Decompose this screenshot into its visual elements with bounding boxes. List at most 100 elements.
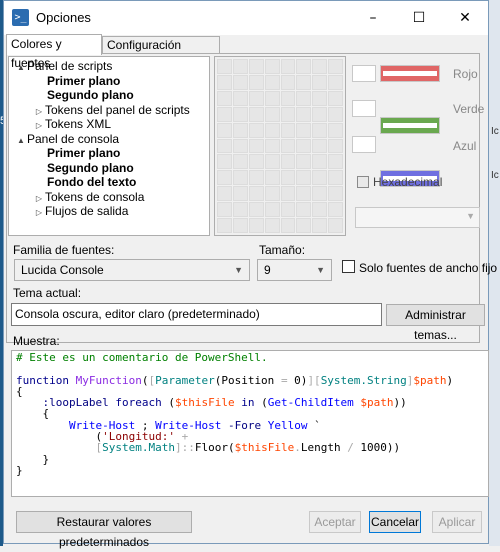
palette-swatch[interactable] xyxy=(328,59,343,74)
palette-swatch[interactable] xyxy=(264,202,280,218)
palette-swatch[interactable] xyxy=(264,59,280,74)
palette-swatch[interactable] xyxy=(280,218,296,233)
palette-swatch[interactable] xyxy=(312,170,328,186)
palette-swatch[interactable] xyxy=(217,154,232,170)
palette-swatch[interactable] xyxy=(280,122,296,138)
tab-general-settings[interactable]: Configuración general xyxy=(102,36,220,69)
palette-swatch[interactable] xyxy=(296,186,312,202)
palette-swatch[interactable] xyxy=(328,154,343,170)
palette-swatch[interactable] xyxy=(248,122,264,138)
tree-item[interactable]: ▷ Tokens XML xyxy=(33,117,111,132)
tree-item[interactable]: Segundo plano xyxy=(47,88,134,103)
red-value-input[interactable] xyxy=(352,65,376,82)
palette-swatch[interactable] xyxy=(296,202,312,218)
palette-swatch[interactable] xyxy=(312,154,328,170)
expand-arrow-icon[interactable]: ▷ xyxy=(33,206,45,220)
palette-swatch[interactable] xyxy=(264,218,280,233)
named-color-select[interactable]: ▼ xyxy=(355,207,480,228)
green-slider-thumb[interactable] xyxy=(383,123,437,128)
palette-swatch[interactable] xyxy=(280,154,296,170)
palette-swatch[interactable] xyxy=(328,122,343,138)
red-slider-thumb[interactable] xyxy=(383,71,437,76)
palette-swatch[interactable] xyxy=(217,59,232,74)
palette-swatch[interactable] xyxy=(280,59,296,74)
palette-swatch[interactable] xyxy=(280,202,296,218)
collapse-arrow-icon[interactable]: ▲ xyxy=(15,134,27,148)
palette-swatch[interactable] xyxy=(296,170,312,186)
close-button[interactable]: ✕ xyxy=(442,1,488,35)
palette-swatch[interactable] xyxy=(248,170,264,186)
palette-swatch[interactable] xyxy=(328,138,343,154)
palette-swatch[interactable] xyxy=(248,202,264,218)
palette-swatch[interactable] xyxy=(248,74,264,90)
tree-item[interactable]: ▷ Tokens del panel de scripts xyxy=(33,103,190,118)
palette-swatch[interactable] xyxy=(232,90,248,106)
palette-swatch[interactable] xyxy=(328,170,343,186)
palette-swatch[interactable] xyxy=(232,218,248,233)
palette-swatch[interactable] xyxy=(232,154,248,170)
maximize-button[interactable]: ☐ xyxy=(396,1,442,35)
palette-swatch[interactable] xyxy=(217,106,232,122)
palette-swatch[interactable] xyxy=(217,170,232,186)
palette-swatch[interactable] xyxy=(296,138,312,154)
palette-swatch[interactable] xyxy=(232,59,248,74)
palette-swatch[interactable] xyxy=(280,106,296,122)
palette-swatch[interactable] xyxy=(296,74,312,90)
palette-swatch[interactable] xyxy=(296,59,312,74)
manage-themes-button[interactable]: Administrar temas... xyxy=(386,304,485,342)
palette-swatch[interactable] xyxy=(217,202,232,218)
cancel-button[interactable]: Cancelar xyxy=(369,511,421,533)
blue-value-input[interactable] xyxy=(352,136,376,153)
palette-swatch[interactable] xyxy=(264,154,280,170)
palette-swatch[interactable] xyxy=(280,74,296,90)
palette-swatch[interactable] xyxy=(296,90,312,106)
palette-swatch[interactable] xyxy=(264,74,280,90)
palette-swatch[interactable] xyxy=(264,170,280,186)
title-bar[interactable]: >_ Opciones – ☐ ✕ xyxy=(4,1,488,35)
palette-swatch[interactable] xyxy=(217,74,232,90)
palette-swatch[interactable] xyxy=(232,186,248,202)
restore-defaults-button[interactable]: Restaurar valores predeterminados xyxy=(16,511,192,549)
palette-swatch[interactable] xyxy=(328,202,343,218)
palette-swatch[interactable] xyxy=(217,122,232,138)
palette-swatch[interactable] xyxy=(232,106,248,122)
palette-swatch[interactable] xyxy=(217,218,232,233)
palette-swatch[interactable] xyxy=(248,218,264,233)
palette-swatch[interactable] xyxy=(248,90,264,106)
tree-item[interactable]: ▷ Flujos de salida xyxy=(33,204,128,219)
palette-swatch[interactable] xyxy=(296,154,312,170)
palette-swatch[interactable] xyxy=(312,74,328,90)
palette-swatch[interactable] xyxy=(264,122,280,138)
palette-swatch[interactable] xyxy=(296,106,312,122)
palette-swatch[interactable] xyxy=(248,154,264,170)
ok-button[interactable]: Aceptar xyxy=(309,511,361,533)
palette-swatch[interactable] xyxy=(264,90,280,106)
palette-swatch[interactable] xyxy=(312,218,328,233)
hexadecimal-checkbox[interactable] xyxy=(357,176,369,188)
palette-swatch[interactable] xyxy=(264,106,280,122)
palette-swatch[interactable] xyxy=(312,106,328,122)
tree-item[interactable]: Primer plano xyxy=(47,74,120,89)
palette-swatch[interactable] xyxy=(232,122,248,138)
palette-swatch[interactable] xyxy=(280,186,296,202)
apply-button[interactable]: Aplicar xyxy=(432,511,482,533)
palette-swatch[interactable] xyxy=(264,138,280,154)
green-slider[interactable] xyxy=(380,117,440,134)
palette-swatch[interactable] xyxy=(248,106,264,122)
palette-swatch[interactable] xyxy=(232,170,248,186)
palette-swatch[interactable] xyxy=(328,74,343,90)
palette-swatch[interactable] xyxy=(312,59,328,74)
palette-swatch[interactable] xyxy=(312,202,328,218)
palette-swatch[interactable] xyxy=(328,106,343,122)
palette-swatch[interactable] xyxy=(280,170,296,186)
color-palette-grid[interactable] xyxy=(214,56,346,236)
tab-colors-fonts[interactable]: Colores y fuentes xyxy=(6,34,102,70)
palette-swatch[interactable] xyxy=(280,90,296,106)
palette-swatch[interactable] xyxy=(232,74,248,90)
tree-item[interactable]: Primer plano xyxy=(47,146,120,161)
palette-swatch[interactable] xyxy=(280,138,296,154)
minimize-button[interactable]: – xyxy=(350,1,396,35)
tree-item[interactable]: Segundo plano xyxy=(47,161,134,176)
tree-item[interactable]: ▷ Tokens de consola xyxy=(33,190,144,205)
green-value-input[interactable] xyxy=(352,100,376,117)
